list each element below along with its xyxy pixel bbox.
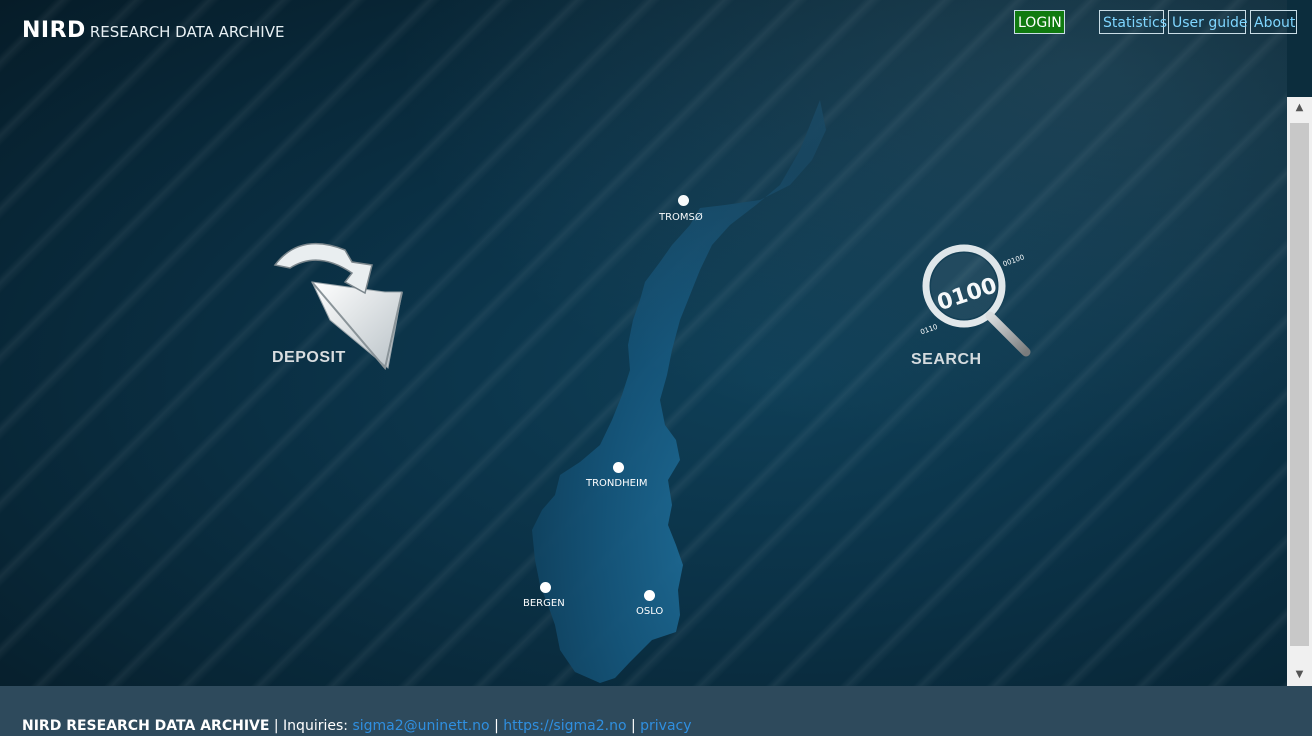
- city-label-trondheim: TRONDHEIM: [586, 478, 648, 489]
- norway-map: 0100 0110 00100: [273, 100, 1031, 683]
- footer-title: NIRD RESEARCH DATA ARCHIVE: [22, 718, 270, 734]
- footer-privacy-link[interactable]: privacy: [640, 718, 691, 734]
- city-dot-oslo[interactable]: [644, 590, 655, 601]
- city-label-bergen: BERGEN: [523, 598, 565, 609]
- statistics-link[interactable]: Statistics: [1099, 10, 1167, 34]
- footer: NIRD RESEARCH DATA ARCHIVE | Inquiries: …: [0, 686, 1312, 736]
- scroll-thumb[interactable]: [1290, 123, 1309, 646]
- scroll-down-arrow-icon[interactable]: ▼: [1287, 664, 1312, 686]
- hero-background: 0100 0110 00100 TROMSØ TRONDHEIM BERGEN …: [0, 0, 1287, 686]
- footer-separator-inquiries: | Inquiries:: [269, 718, 353, 734]
- city-dot-tromso[interactable]: [678, 195, 689, 206]
- brand-logo[interactable]: NIRD RESEARCH DATA ARCHIVE: [22, 18, 284, 43]
- svg-text:0110: 0110: [919, 323, 938, 337]
- city-dot-bergen[interactable]: [540, 582, 551, 593]
- city-label-tromso: TROMSØ: [659, 212, 703, 223]
- brand-main: NIRD: [22, 18, 86, 43]
- city-label-oslo: OSLO: [636, 606, 664, 617]
- footer-site-link[interactable]: https://sigma2.no: [503, 718, 626, 734]
- login-button[interactable]: LOGIN: [1014, 10, 1065, 34]
- vertical-scrollbar[interactable]: ▲ ▼: [1287, 97, 1312, 686]
- footer-line: NIRD RESEARCH DATA ARCHIVE | Inquiries: …: [22, 718, 692, 734]
- deposit-button[interactable]: DEPOSIT: [272, 349, 346, 367]
- footer-separator: |: [626, 718, 641, 734]
- brand-sub: RESEARCH DATA ARCHIVE: [89, 23, 285, 41]
- search-button[interactable]: SEARCH: [911, 351, 982, 369]
- footer-email-link[interactable]: sigma2@uninett.no: [352, 718, 489, 734]
- scroll-up-arrow-icon[interactable]: ▲: [1287, 97, 1312, 119]
- city-dot-trondheim[interactable]: [613, 462, 624, 473]
- footer-separator: |: [489, 718, 504, 734]
- svg-text:00100: 00100: [1002, 253, 1026, 268]
- norway-shape: [532, 100, 826, 683]
- search-icon: 0100 0110 00100: [919, 244, 1031, 357]
- user-guide-link[interactable]: User guide: [1168, 10, 1248, 34]
- about-link[interactable]: About: [1250, 10, 1297, 34]
